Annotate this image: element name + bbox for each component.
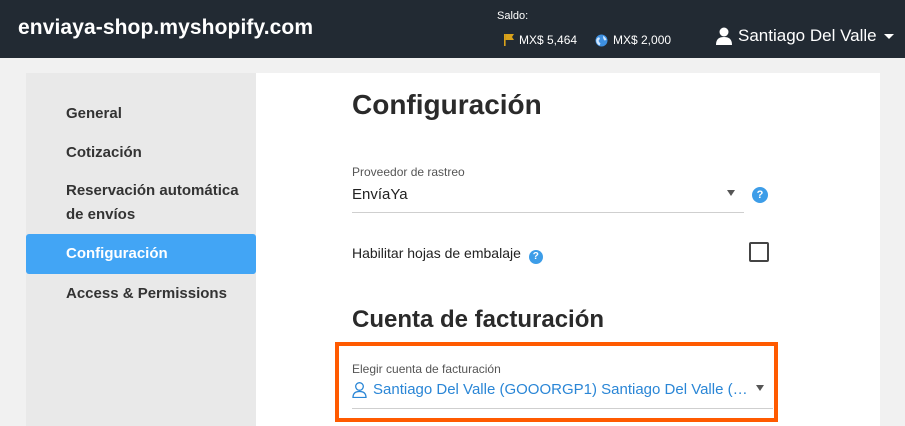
billing-section-title: Cuenta de facturación — [352, 306, 605, 333]
packing-slips-label: Habilitar hojas de embalaje ? — [352, 245, 543, 264]
user-icon — [716, 27, 732, 45]
balance-secondary-value: MX$ 2,000 — [613, 33, 672, 47]
packing-slips-checkbox[interactable] — [749, 242, 769, 262]
sidebar-item-label: Configuración — [66, 245, 168, 262]
chevron-down-icon[interactable] — [727, 190, 735, 196]
sidebar-item-cotizacion[interactable]: Cotización — [26, 141, 256, 165]
sidebar-item-general[interactable]: General — [26, 102, 256, 126]
caret-down-icon — [883, 33, 894, 39]
balance-primary: MX$ 5,464 — [504, 33, 577, 47]
highlight-box — [335, 342, 778, 422]
help-icon[interactable]: ? — [752, 187, 768, 203]
flag-icon — [504, 34, 514, 46]
saldo-label: Saldo: — [497, 10, 529, 22]
sidebar-item-label-line2: de envíos — [66, 206, 136, 223]
sidebar-item-reservacion[interactable]: Reservación automática de envíos — [26, 179, 256, 227]
user-name: Santiago Del Valle — [738, 26, 877, 45]
sidebar: General Cotización Reservación automátic… — [26, 73, 256, 426]
sidebar-item-configuracion[interactable]: Configuración — [26, 234, 256, 274]
tracking-provider-label: Proveedor de rastreo — [352, 165, 465, 179]
globe-icon — [595, 34, 608, 46]
help-icon[interactable]: ? — [528, 250, 543, 264]
sidebar-item-label: General — [66, 105, 122, 122]
packing-slips-label-text: Habilitar hojas de embalaje — [352, 245, 521, 261]
tracking-provider-underline — [352, 212, 744, 213]
sidebar-item-label: Reservación automática — [66, 182, 239, 199]
sidebar-item-access-permissions[interactable]: Access & Permissions — [26, 282, 256, 306]
balance-primary-value: MX$ 5,464 — [519, 33, 578, 47]
top-bar: enviaya-shop.myshopify.com Saldo: MX$ 5,… — [0, 0, 905, 58]
sidebar-item-label: Cotización — [66, 144, 142, 161]
sidebar-item-label: Access & Permissions — [66, 285, 227, 302]
tracking-provider-select[interactable]: EnvíaYa — [352, 186, 408, 203]
user-menu[interactable]: Santiago Del Valle — [716, 26, 894, 46]
page-title: Configuración — [352, 89, 542, 120]
balance-secondary: MX$ 2,000 — [595, 33, 671, 47]
shop-title[interactable]: enviaya-shop.myshopify.com — [18, 16, 313, 40]
